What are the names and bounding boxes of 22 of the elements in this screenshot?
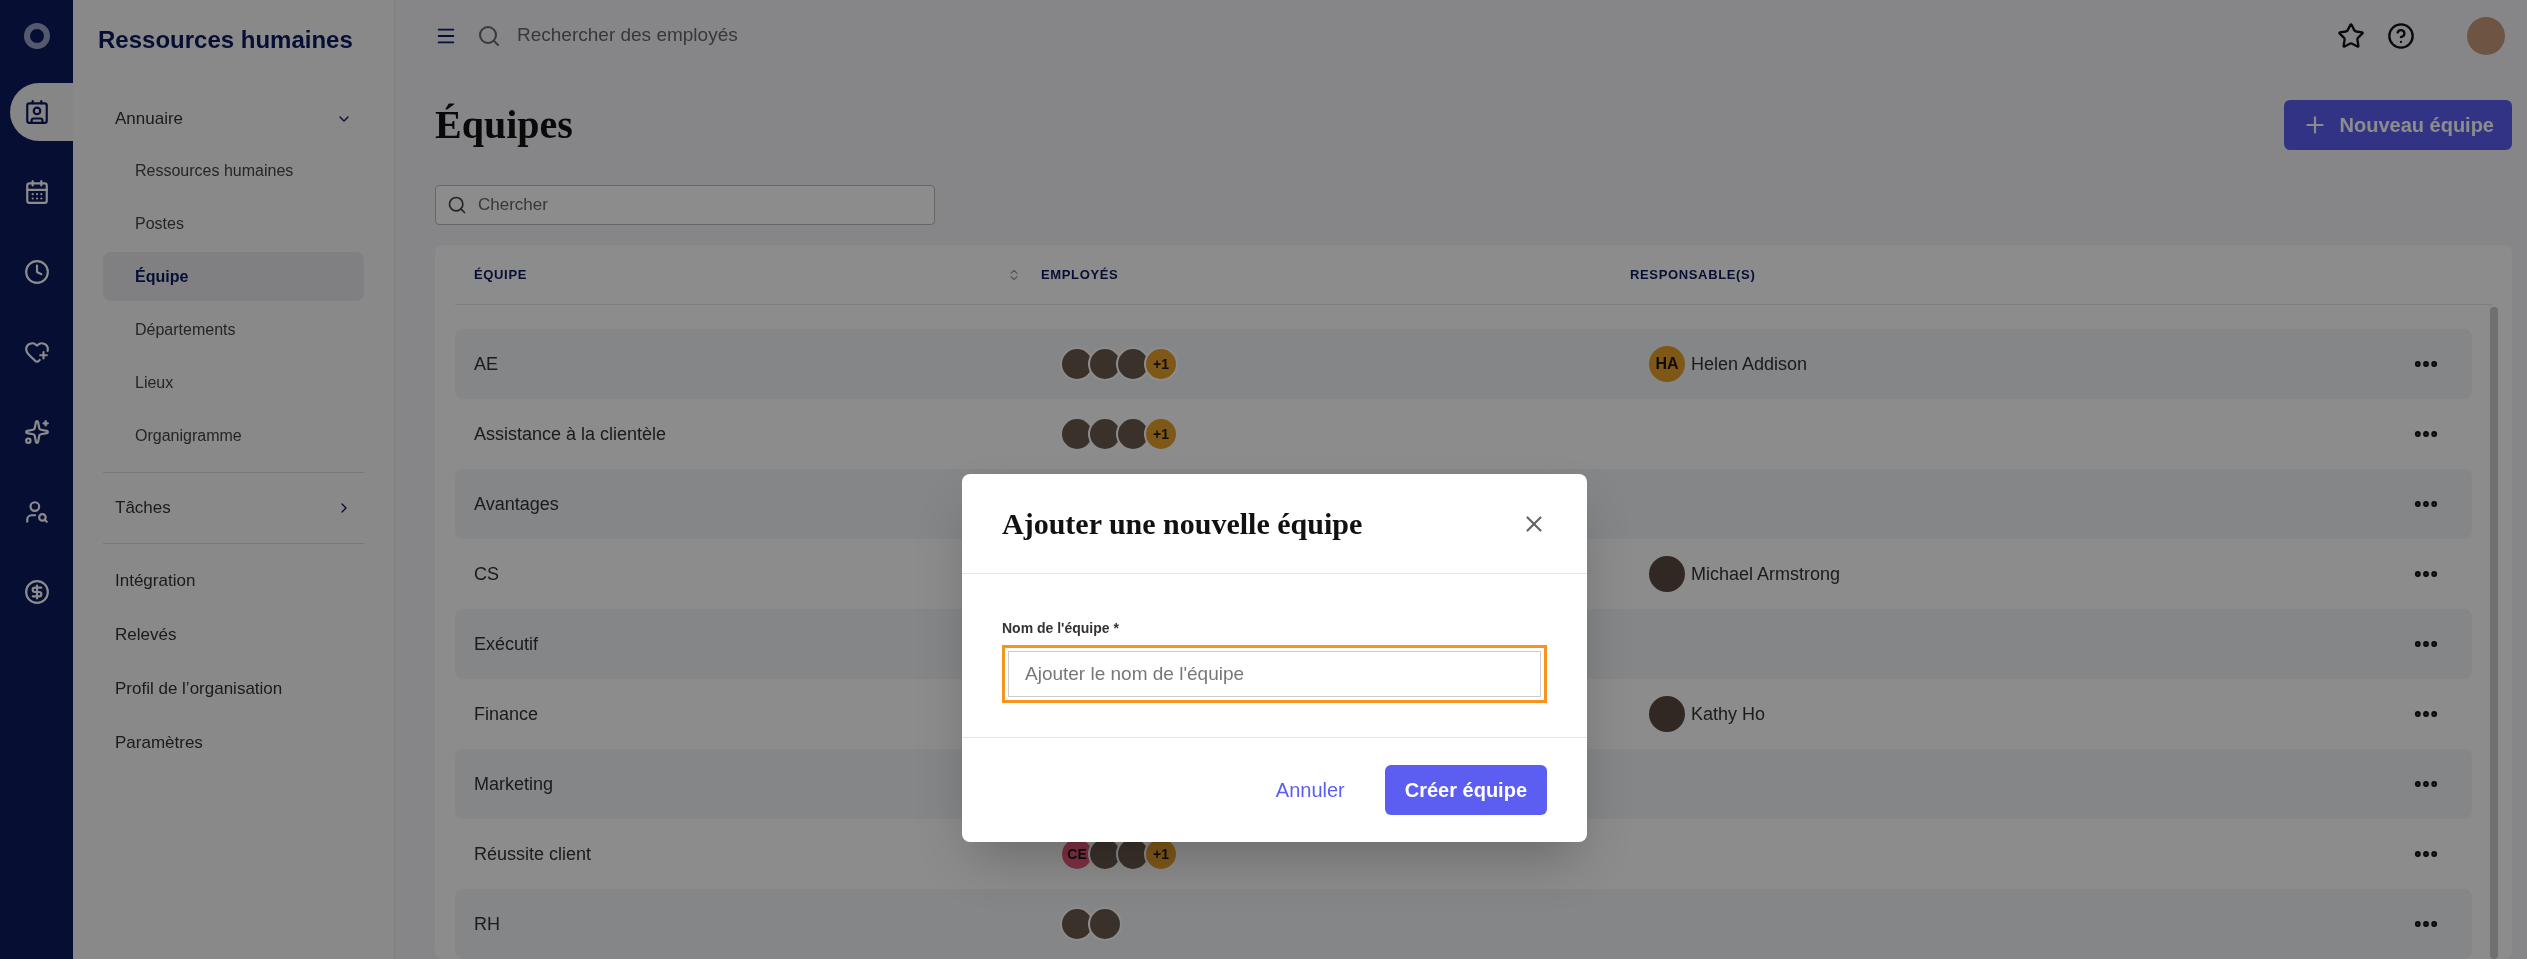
column-header: ÉQUIPE [474,265,528,284]
team-name: CS [474,562,499,586]
more-count: +1 [1144,347,1178,381]
team-name: Assistance à la clientèle [474,422,667,446]
team-name: AE [474,352,498,376]
initials-avatar: HA [1649,346,1685,382]
more-count: +1 [1144,417,1178,451]
team-name: Finance [474,702,539,726]
team-name: Marketing [474,772,554,796]
team-name: Avantages [474,492,559,516]
column-header: RESPONSABLE(S) [1630,265,1756,284]
manager-name: Michael Armstrong [1691,562,1841,586]
column-header: EMPLOYÉS [1041,265,1119,284]
page-title: Équipes [435,101,573,149]
team-name: Exécutif [474,632,539,656]
manager-name: Helen Addison [1691,352,1808,376]
manager-name: Kathy Ho [1691,702,1766,726]
field-label: Nom de l'équipe * [1002,619,1120,638]
dialog-title: Ajouter une nouvelle équipe [1002,506,1363,542]
team-name: Réussite client [474,842,592,866]
sidebar-title: Ressources humaines [98,25,354,55]
team-name: RH [474,912,500,936]
